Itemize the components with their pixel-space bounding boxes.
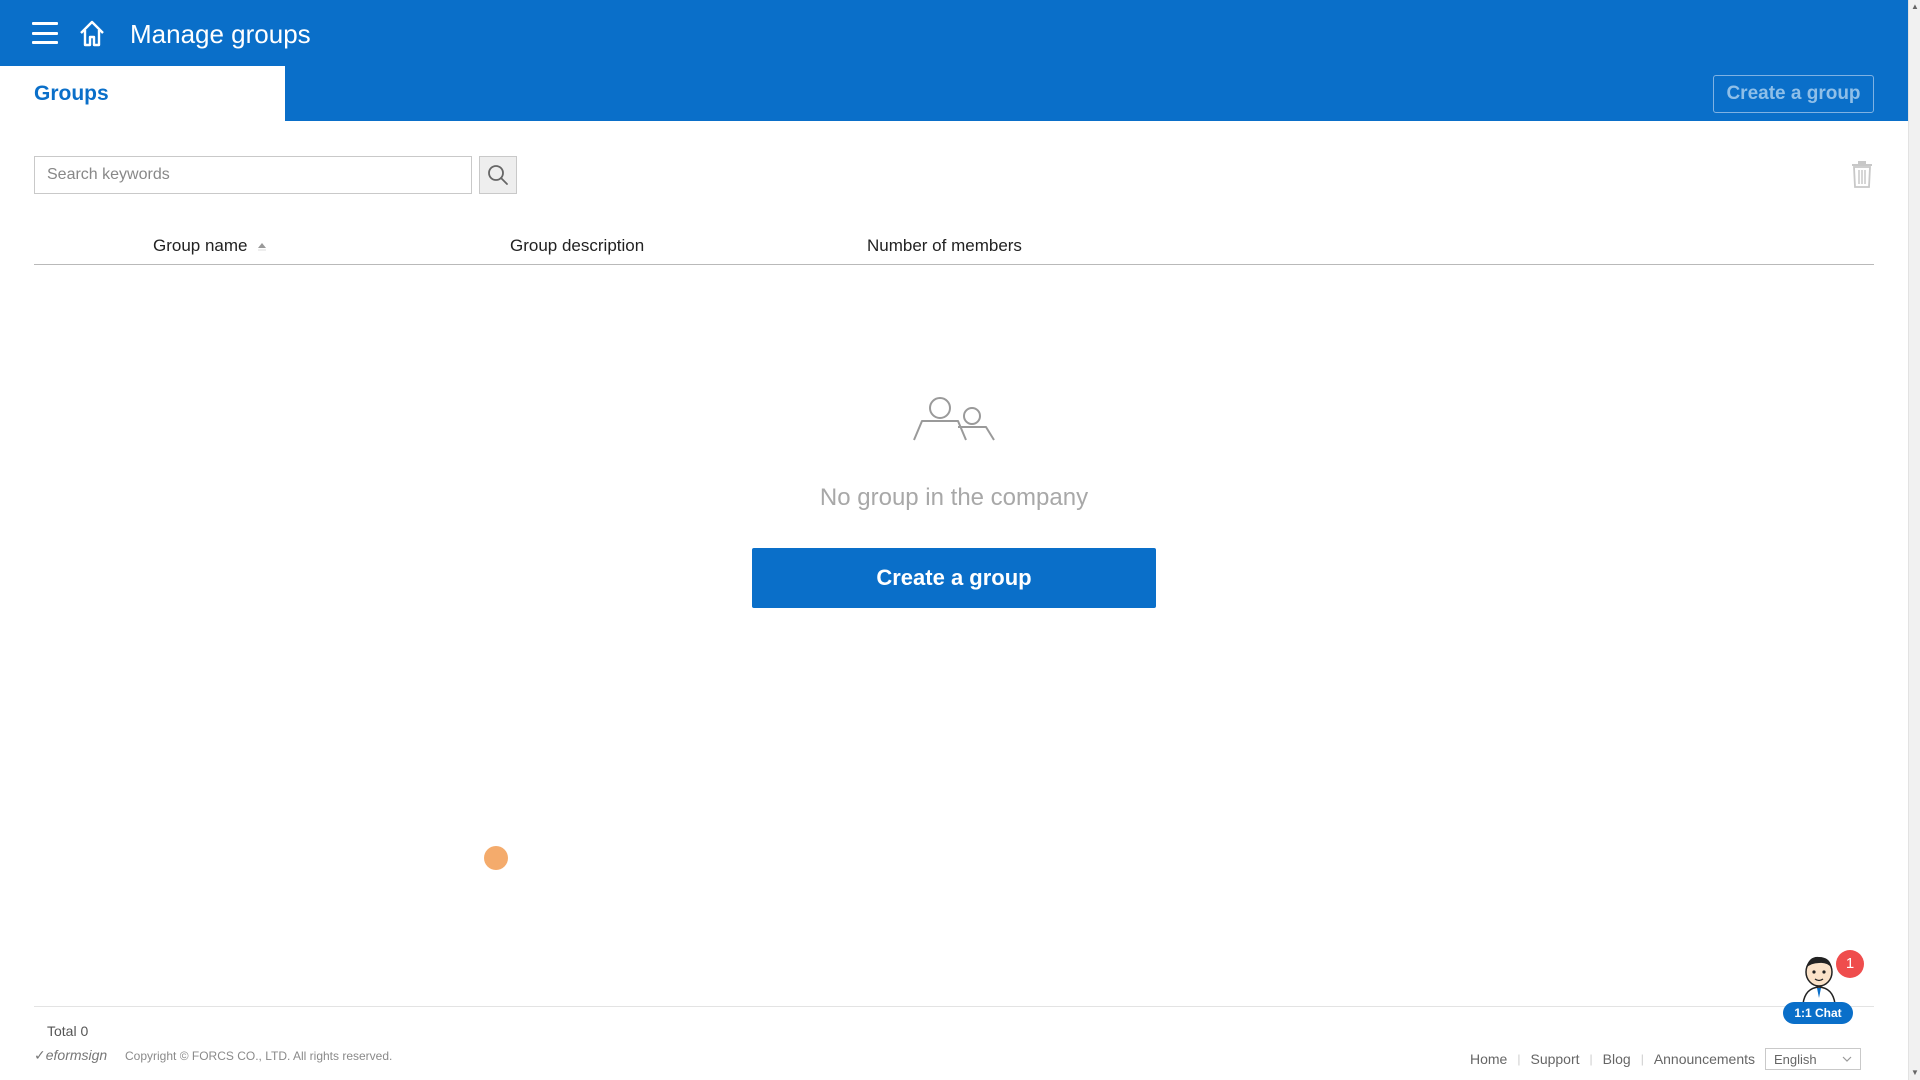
footer-separator: | — [1589, 1052, 1593, 1066]
chat-label: 1:1 Chat — [1783, 1002, 1853, 1024]
trash-icon[interactable] — [1850, 160, 1874, 188]
footer-link-blog[interactable]: Blog — [1603, 1051, 1631, 1067]
copyright-text: Copyright © FORCS CO., LTD. All rights r… — [125, 1049, 393, 1063]
column-header-group-name[interactable]: Group name — [153, 236, 267, 256]
vertical-scrollbar[interactable]: ▲ ▼ — [1908, 0, 1920, 1080]
column-header-label: Group name — [153, 236, 248, 255]
footer-link-support[interactable]: Support — [1530, 1051, 1579, 1067]
menu-icon[interactable] — [32, 20, 58, 46]
footer-links: Home | Support | Blog | Announcements En… — [1470, 1048, 1861, 1070]
scroll-up-icon[interactable]: ▲ — [1910, 2, 1920, 12]
language-select[interactable]: English — [1765, 1048, 1861, 1070]
footer-separator: | — [1517, 1052, 1521, 1066]
page-title: Manage groups — [130, 19, 311, 49]
logo-mark-icon: ✓ — [34, 1047, 46, 1063]
create-group-button-header[interactable]: Create a group — [1713, 75, 1874, 113]
footer-separator: | — [1640, 1052, 1644, 1066]
sort-ascending-icon — [258, 242, 267, 251]
scroll-down-icon[interactable]: ▼ — [1910, 1068, 1920, 1078]
footer-link-home[interactable]: Home — [1470, 1051, 1507, 1067]
table-header: Group name Group description Number of m… — [34, 230, 1874, 265]
top-bar: Manage groups Groups Create a group — [0, 0, 1908, 121]
tab-groups[interactable]: Groups — [0, 66, 285, 121]
create-group-button[interactable]: Create a group — [752, 548, 1156, 608]
chat-widget[interactable]: 1 1:1 Chat — [1781, 950, 1864, 1028]
footer-link-announcements[interactable]: Announcements — [1654, 1051, 1755, 1067]
column-header-number-of-members: Number of members — [867, 236, 1022, 255]
search-input[interactable] — [34, 156, 472, 194]
language-value: English — [1774, 1051, 1817, 1067]
home-icon[interactable] — [77, 18, 107, 48]
chat-avatar-icon — [1802, 956, 1836, 1004]
users-icon — [913, 397, 995, 441]
logo-text: eformsign — [45, 1047, 108, 1063]
app: Manage groups Groups Create a group Grou… — [0, 0, 1908, 1080]
eformsign-logo: ✓eformsign — [34, 1047, 107, 1064]
column-header-group-description: Group description — [510, 236, 645, 255]
total-count: Total 0 — [47, 1023, 89, 1039]
footer-divider — [34, 1006, 1874, 1007]
chat-notification-badge: 1 — [1836, 950, 1864, 978]
empty-state-message: No group in the company — [819, 484, 1089, 511]
search-button[interactable] — [479, 156, 517, 194]
cursor-indicator — [484, 846, 508, 870]
search-icon — [488, 165, 508, 185]
chevron-down-icon — [1842, 1056, 1852, 1062]
